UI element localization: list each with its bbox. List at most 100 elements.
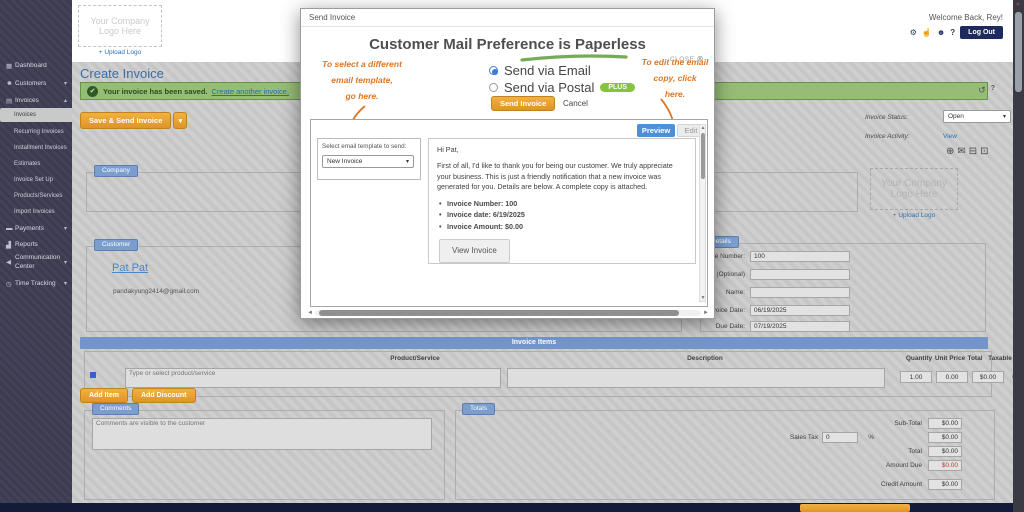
customers-icon: ☻ bbox=[6, 80, 15, 87]
sidebar-subitem-invoices[interactable]: Invoices bbox=[0, 108, 72, 122]
save-send-dropdown-button[interactable]: ▾ bbox=[173, 112, 187, 129]
chevron-down-icon: ▾ bbox=[64, 259, 67, 266]
sub-total-label: Sub-Total bbox=[632, 420, 922, 427]
invoice-number-input[interactable]: 100 bbox=[750, 251, 850, 262]
credit-amount-value: $0.00 bbox=[928, 479, 962, 490]
line-total-value: $0.00 bbox=[972, 371, 1004, 383]
sidebar-item-dashboard[interactable]: ▦ Dashboard bbox=[0, 58, 72, 73]
scroll-right-icon[interactable]: ► bbox=[703, 310, 709, 316]
invoice-status-select[interactable]: Open ▾ bbox=[943, 110, 1011, 123]
modal-horizontal-scrollbar[interactable]: ◄ ► bbox=[307, 309, 709, 317]
template-select[interactable]: New Invoice ▾ bbox=[322, 155, 414, 168]
chevron-down-icon: ▾ bbox=[64, 80, 67, 87]
modal-heading: Customer Mail Preference is Paperless bbox=[301, 36, 714, 53]
devices-icon[interactable]: ⊡ bbox=[980, 146, 991, 157]
history-icon[interactable]: ↺ bbox=[978, 85, 986, 96]
save-send-invoice-button[interactable]: Save & Send Invoice bbox=[80, 112, 171, 129]
globe-icon[interactable]: ⊕ bbox=[946, 146, 957, 157]
invoice-logo-placeholder[interactable]: Your Company Logo Here bbox=[870, 168, 958, 210]
sidebar-subitem-installment-invoices[interactable]: Installment Invoices bbox=[0, 141, 72, 155]
sidebar-subitem-products-services[interactable]: Products/Services bbox=[0, 189, 72, 203]
help-icon[interactable]: ? bbox=[991, 85, 995, 96]
description-input[interactable] bbox=[507, 368, 885, 388]
email-vertical-scrollbar[interactable]: ▲ ▼ bbox=[699, 124, 706, 302]
history-help-icons: ↺ ? bbox=[978, 85, 995, 96]
sidebar-subitem-import-invoices[interactable]: Import Invoices bbox=[0, 205, 72, 219]
comments-textarea[interactable] bbox=[92, 418, 432, 450]
page-title: Create Invoice bbox=[80, 66, 164, 81]
mail-icon[interactable]: ✉ bbox=[957, 146, 968, 157]
scroll-left-icon[interactable]: ◄ bbox=[307, 310, 313, 316]
sidebar-subitem-estimates[interactable]: Estimates bbox=[0, 157, 72, 171]
add-item-button[interactable]: Add Item bbox=[80, 388, 128, 403]
sales-tax-value: $0.00 bbox=[928, 432, 962, 443]
logout-button[interactable]: Log Out bbox=[960, 26, 1003, 39]
customer-email: pandakyung2414@gmail.com bbox=[113, 288, 199, 295]
add-discount-button[interactable]: Add Discount bbox=[132, 388, 196, 403]
sidebar-item-time-tracking[interactable]: ◷ Time Tracking ▾ bbox=[0, 276, 72, 291]
quantity-input[interactable]: 1.00 bbox=[900, 371, 932, 383]
create-another-invoice-link[interactable]: Create another invoice. bbox=[211, 87, 289, 96]
upload-logo-link[interactable]: + Upload Logo bbox=[870, 212, 958, 219]
chevron-down-icon: ▾ bbox=[64, 225, 67, 232]
preview-tab[interactable]: Preview bbox=[637, 124, 675, 137]
company-logo-placeholder[interactable]: Your Company Logo Here bbox=[78, 5, 162, 47]
due-date-input[interactable]: 07/19/2025 bbox=[750, 321, 850, 332]
sidebar-item-payments[interactable]: ▬ Payments ▾ bbox=[0, 221, 72, 236]
customer-name-link[interactable]: Pat Pat bbox=[112, 262, 148, 274]
sidebar-item-label: Time Tracking bbox=[15, 280, 56, 287]
send-via-postal-option[interactable]: Send via Postal PLUS bbox=[489, 80, 635, 95]
send-via-email-option[interactable]: Send via Email bbox=[489, 63, 591, 78]
invoice-activity-label: Invoice Activity: bbox=[865, 133, 910, 140]
chevron-down-icon: ▾ bbox=[406, 158, 409, 165]
email-preview: Hi Pat, First of all, I'd like to thank … bbox=[428, 138, 696, 264]
footer-save-send-button[interactable] bbox=[800, 504, 910, 512]
credit-amount-label: Credit Amount bbox=[632, 481, 922, 488]
comments-section-label: Comments bbox=[92, 403, 139, 415]
app-window: ▦ Dashboard ☻ Customers ▾ ▤ Invoices ▴ I… bbox=[0, 0, 1024, 512]
unit-price-input[interactable]: 0.00 bbox=[936, 371, 968, 383]
invoice-date-input[interactable]: 06/19/2025 bbox=[750, 305, 850, 316]
gear-icon[interactable]: ⚙ bbox=[910, 28, 917, 37]
sidebar-item-label: Reports bbox=[15, 241, 38, 248]
optional-field-input[interactable] bbox=[750, 269, 850, 280]
annotation-right: To edit the email copy, click here. bbox=[639, 54, 711, 102]
sidebar-item-communication-center[interactable]: ◀ Communication Center ▾ bbox=[0, 251, 72, 273]
page-scrollbar[interactable]: ▲ bbox=[1013, 0, 1024, 512]
sidebar-item-customers[interactable]: ☻ Customers ▾ bbox=[0, 76, 72, 91]
sidebar-subitem-invoice-set-up[interactable]: Invoice Set Up bbox=[0, 173, 72, 187]
scroll-down-icon[interactable]: ▼ bbox=[700, 295, 706, 301]
sub-total-value: $0.00 bbox=[928, 418, 962, 429]
scrollbar-thumb[interactable] bbox=[1015, 12, 1022, 92]
logo-text: Your Company Logo Here bbox=[85, 16, 155, 36]
scroll-up-icon[interactable]: ▲ bbox=[700, 125, 706, 131]
scroll-up-icon[interactable]: ▲ bbox=[1015, 1, 1021, 7]
sidebar-item-label: Communication Center bbox=[15, 253, 59, 270]
topbar-icons: ⚙ ☝ ☻ ? Log Out bbox=[910, 26, 1003, 39]
product-service-input[interactable] bbox=[125, 368, 501, 388]
name-field-input[interactable] bbox=[750, 287, 850, 298]
scrollbar-thumb[interactable] bbox=[319, 310, 679, 316]
scrollbar-thumb[interactable] bbox=[701, 133, 705, 179]
send-invoice-button[interactable]: Send Invoice bbox=[491, 96, 555, 111]
sidebar-subitem-recurring-invoices[interactable]: Recurring Invoices bbox=[0, 125, 72, 139]
sidebar-item-invoices[interactable]: ▤ Invoices ▴ bbox=[0, 93, 72, 108]
printer-icon[interactable]: ⊟ bbox=[969, 146, 980, 157]
thumbs-up-icon[interactable]: ☝ bbox=[922, 28, 932, 37]
cancel-link[interactable]: Cancel bbox=[563, 99, 588, 108]
sales-tax-rate-input[interactable]: 0 bbox=[822, 432, 858, 443]
email-greeting: Hi Pat, bbox=[437, 145, 687, 155]
help-icon[interactable]: ? bbox=[950, 28, 955, 37]
view-invoice-button[interactable]: View Invoice bbox=[439, 239, 510, 263]
sidebar-item-reports[interactable]: ▟ Reports bbox=[0, 237, 72, 252]
logo-text: Your Company Logo Here bbox=[879, 178, 949, 200]
row-handle-icon[interactable] bbox=[90, 372, 96, 378]
totals-section-label: Totals bbox=[462, 403, 495, 415]
percent-sign: % bbox=[862, 434, 874, 441]
user-icon[interactable]: ☻ bbox=[937, 28, 945, 37]
email-body: First of all, I'd like to thank you for … bbox=[437, 161, 687, 192]
upload-logo-link[interactable]: + Upload Logo bbox=[78, 49, 162, 56]
chevron-down-icon: ▾ bbox=[1003, 113, 1006, 120]
radio-selected-icon bbox=[489, 66, 498, 75]
invoice-activity-view-link[interactable]: View bbox=[943, 133, 957, 140]
